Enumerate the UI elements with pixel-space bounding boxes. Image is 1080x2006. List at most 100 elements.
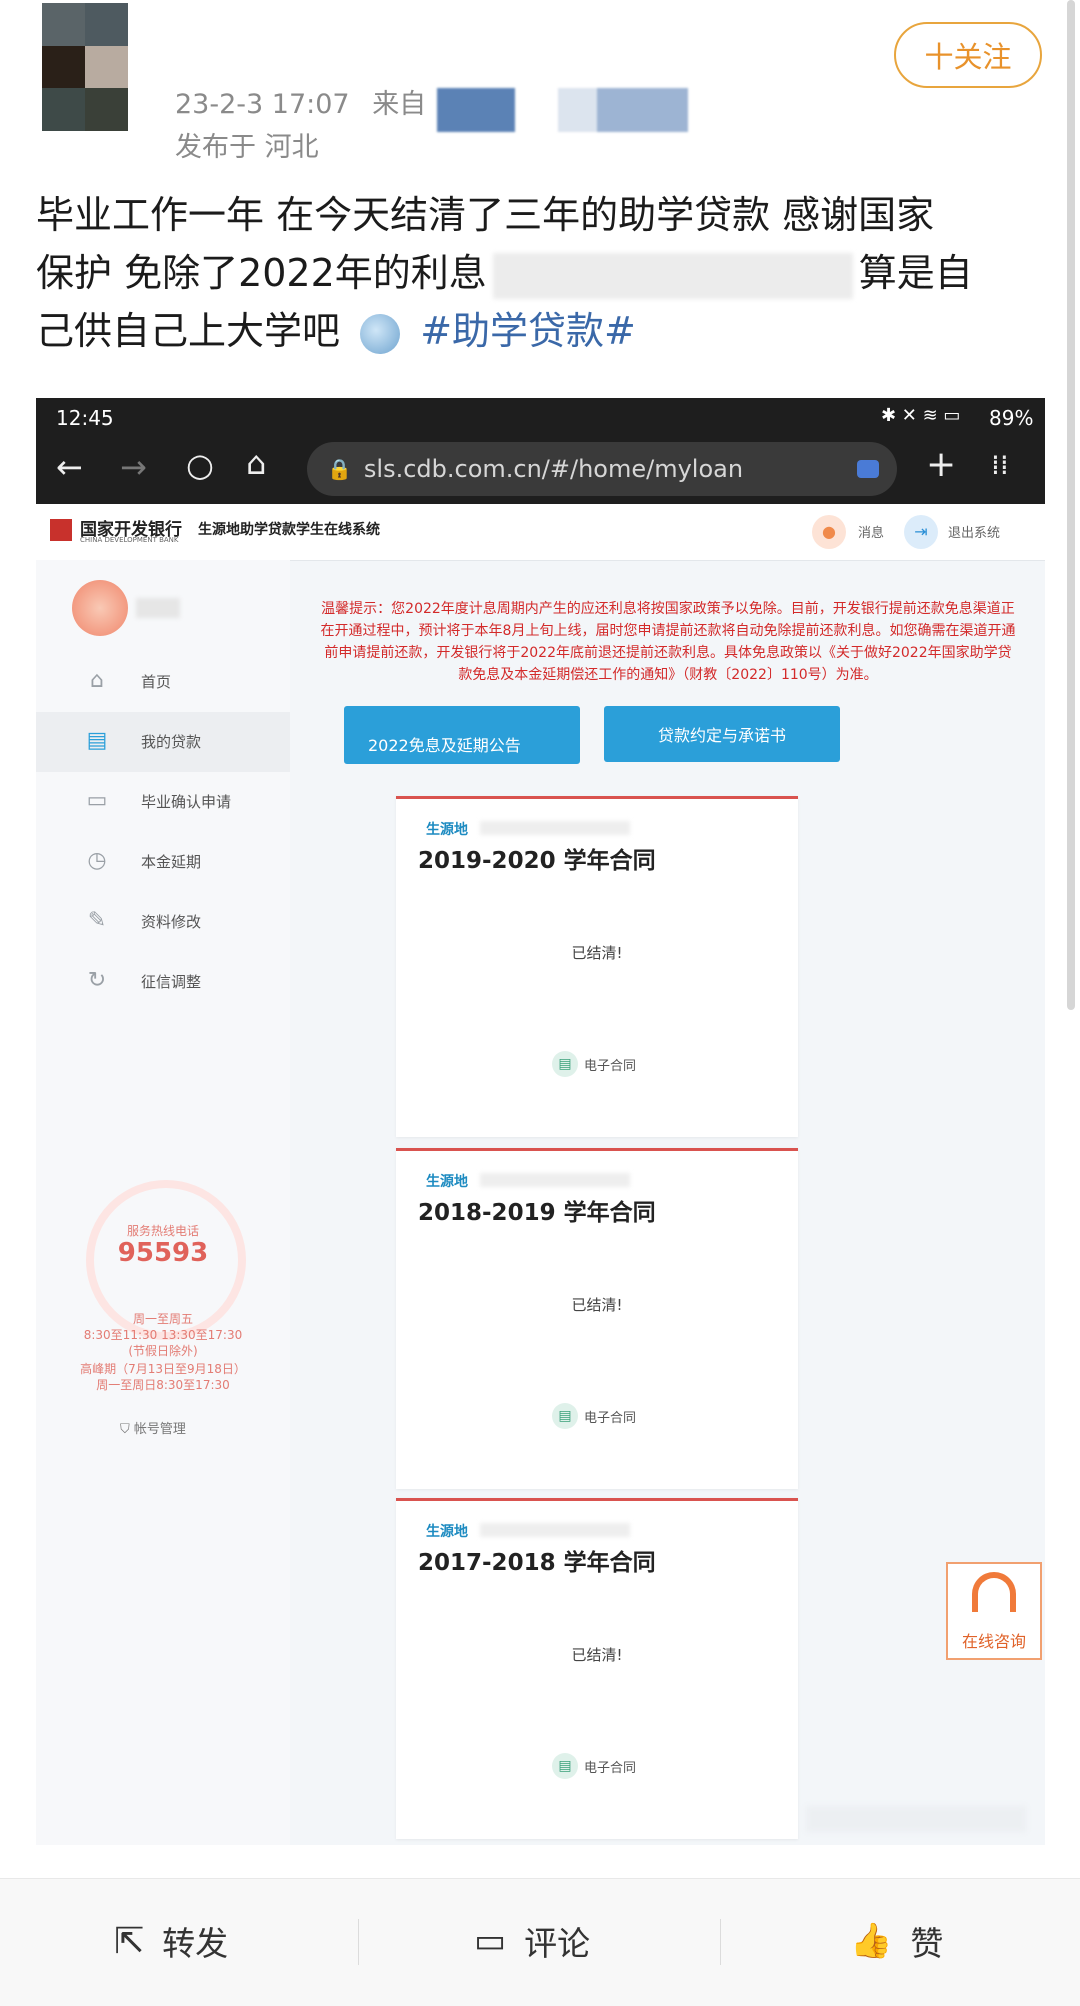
menu-icon[interactable]: ⁞⁞ (991, 448, 1009, 481)
comment-icon: ▭ (474, 1921, 507, 1961)
like-label: 赞 (910, 1924, 944, 1963)
blurred-contract-id (480, 1523, 630, 1537)
comment-button[interactable]: ▭ 评论 (474, 1917, 590, 1965)
contract-status: 已结清! (571, 1296, 623, 1314)
post-source-prefix: 来自 (372, 89, 427, 120)
hotline-label: 服务热线电话 (126, 1224, 199, 1238)
new-tab-icon[interactable]: + (926, 444, 956, 485)
contract-status: 已结清! (571, 944, 623, 962)
logout-link[interactable]: 退出系统 (948, 522, 1000, 541)
share-icon: ⇱ (114, 1920, 145, 1962)
sidebar: ⌂ 首页 ▤ 我的贷款 ▭ 毕业确认申请 ◷ 本金延期 ✎ 资料修改 ↻ 征信调… (36, 560, 290, 1845)
post-text-line1: 毕业工作一年 在今天结清了三年的助学贷款 感谢国家 (36, 193, 935, 237)
post-timestamp: 23-2-3 17:07 (175, 89, 350, 120)
sidebar-item-principal-deferral[interactable]: ◷ 本金延期 (36, 832, 290, 892)
sidebar-item-label: 毕业确认申请 (141, 793, 232, 811)
url-text: sls.cdb.com.cn/#/home/myloan (363, 455, 744, 483)
headset-icon (972, 1572, 1016, 1612)
sidebar-item-label: 资料修改 (141, 913, 202, 931)
contract-source: 生源地 (426, 1174, 468, 1190)
notice-text: 温馨提示：您2022年度计息周期内产生的应还利息将按国家政策予以免除。目前，开发… (320, 601, 1016, 683)
contract-source: 生源地 (426, 1524, 468, 1540)
post-meta: 23-2-3 17:07 来自 (175, 82, 426, 121)
divider (358, 1919, 359, 1965)
repost-button[interactable]: ⇱ 转发 (114, 1917, 228, 1965)
document-icon: ▤ (552, 1403, 578, 1429)
hotline-hours-4: 高峰期（7月13日至9月18日） (80, 1362, 246, 1376)
logout-icon[interactable]: ⇥ (904, 515, 938, 549)
comment-label: 评论 (524, 1924, 591, 1963)
edit-icon: ✎ (87, 908, 107, 933)
bank-name-en: CHINA DEVELOPMENT BANK (80, 536, 179, 544)
consult-label: 在线咨询 (961, 1632, 1026, 1651)
phone-status-bar: 12:45 ✱ ✕ ≋ ▭ 89% (36, 398, 1045, 436)
sidebar-item-graduation[interactable]: ▭ 毕业确认申请 (36, 772, 290, 832)
blurred-contract-id (480, 821, 630, 835)
status-icons: ✱ ✕ ≋ ▭ (881, 405, 961, 426)
hotline-hours-3: (节假日除外) (128, 1344, 198, 1358)
blurred-text (492, 252, 853, 299)
blurred-source-2 (558, 88, 688, 132)
contract-source: 生源地 (426, 822, 468, 838)
sidebar-item-credit-adjust[interactable]: ↻ 征信调整 (36, 952, 290, 1012)
online-consult-button[interactable]: 在线咨询 (946, 1562, 1042, 1660)
post-text-line3: 己供自己上大学吧 #助学贷款# (36, 302, 636, 360)
back-icon[interactable]: ← (56, 448, 83, 486)
status-time: 12:45 (56, 406, 114, 430)
hotline-hours-2: 8:30至11:30 13:30至17:30 (83, 1328, 243, 1342)
status-battery: 89% (989, 406, 1034, 430)
clock-icon: ◷ (87, 848, 107, 873)
like-button[interactable]: 👍 赞 (850, 1917, 943, 1965)
main-content: 温馨提示：您2022年度计息周期内产生的应还利息将按国家政策予以免除。目前，开发… (290, 560, 1045, 1845)
system-name: 生源地助学贷款学生在线系统 (198, 522, 380, 538)
url-bar[interactable]: 🔒 sls.cdb.com.cn/#/home/myloan (307, 442, 897, 496)
econtract-link[interactable]: ▤ 电子合同 (552, 1051, 636, 1077)
hotline-number[interactable]: 95593 (36, 1238, 290, 1268)
contract-status: 已结清! (571, 1646, 623, 1664)
avatar[interactable] (42, 3, 128, 131)
forward-icon[interactable]: → (120, 448, 147, 486)
inbox-icon: ▭ (86, 788, 108, 813)
econtract-label: 电子合同 (584, 1410, 637, 1426)
messages-link[interactable]: 消息 (858, 522, 884, 541)
document-icon: ▤ (552, 1753, 578, 1779)
list-icon: ▤ (86, 728, 108, 753)
blurred-username (136, 598, 180, 618)
econtract-link[interactable]: ▤ 电子合同 (552, 1403, 636, 1429)
sidebar-item-label: 首页 (141, 673, 172, 691)
bell-icon[interactable]: ● (812, 515, 846, 549)
contract-title: 2019-2020 学年合同 (418, 848, 656, 874)
post-text-line2-a: 保护 免除了2022年的利息 (36, 251, 487, 295)
account-manage-link[interactable]: ⛉ 帐号管理 (120, 1418, 186, 1437)
repost-label: 转发 (162, 1924, 229, 1963)
user-avatar[interactable] (72, 580, 128, 636)
announcement-button[interactable]: 2022免息及延期公告 (344, 706, 580, 764)
translate-icon[interactable] (857, 460, 879, 478)
action-bar: ⇱ 转发 ▭ 评论 👍 赞 (0, 1878, 1080, 2006)
post-text-line2: 保护 免除了2022年的利息 算是自 (36, 244, 973, 302)
account-manage-label: 帐号管理 (133, 1422, 186, 1437)
hashtag-link[interactable]: #助学贷款# (420, 309, 636, 353)
home-icon: ⌂ (90, 668, 104, 693)
sidebar-item-label: 本金延期 (141, 853, 202, 871)
bank-logo-icon (50, 519, 72, 541)
contract-card: 生源地 2019-2020 学年合同 已结清! ▤ 电子合同 (396, 796, 798, 1137)
sidebar-item-my-loans[interactable]: ▤ 我的贷款 (36, 712, 290, 772)
reload-icon[interactable]: ○ (186, 446, 214, 484)
emoji-icon (360, 313, 401, 354)
sidebar-item-edit-profile[interactable]: ✎ 资料修改 (36, 892, 290, 952)
refresh-icon: ↻ (87, 968, 107, 993)
follow-button[interactable]: 十关注 (894, 22, 1042, 88)
shield-icon: ⛉ (120, 1422, 130, 1437)
embedded-screenshot[interactable]: 12:45 ✱ ✕ ≋ ▭ 89% ← → ○ ⌂ 🔒 sls.cdb.com.… (36, 398, 1045, 1845)
lock-icon: 🔒 (327, 457, 352, 481)
sidebar-item-label: 我的贷款 (141, 733, 202, 751)
home-icon[interactable]: ⌂ (246, 444, 266, 482)
hotline-hours-1: 周一至周五 (132, 1312, 193, 1326)
sidebar-item-label: 征信调整 (141, 973, 202, 991)
econtract-link[interactable]: ▤ 电子合同 (552, 1753, 636, 1779)
agreement-button[interactable]: 贷款约定与承诺书 (604, 706, 840, 762)
scrollbar[interactable] (1067, 0, 1075, 1010)
sidebar-item-home[interactable]: ⌂ 首页 (36, 652, 290, 712)
blurred-contract-id (480, 1173, 630, 1187)
